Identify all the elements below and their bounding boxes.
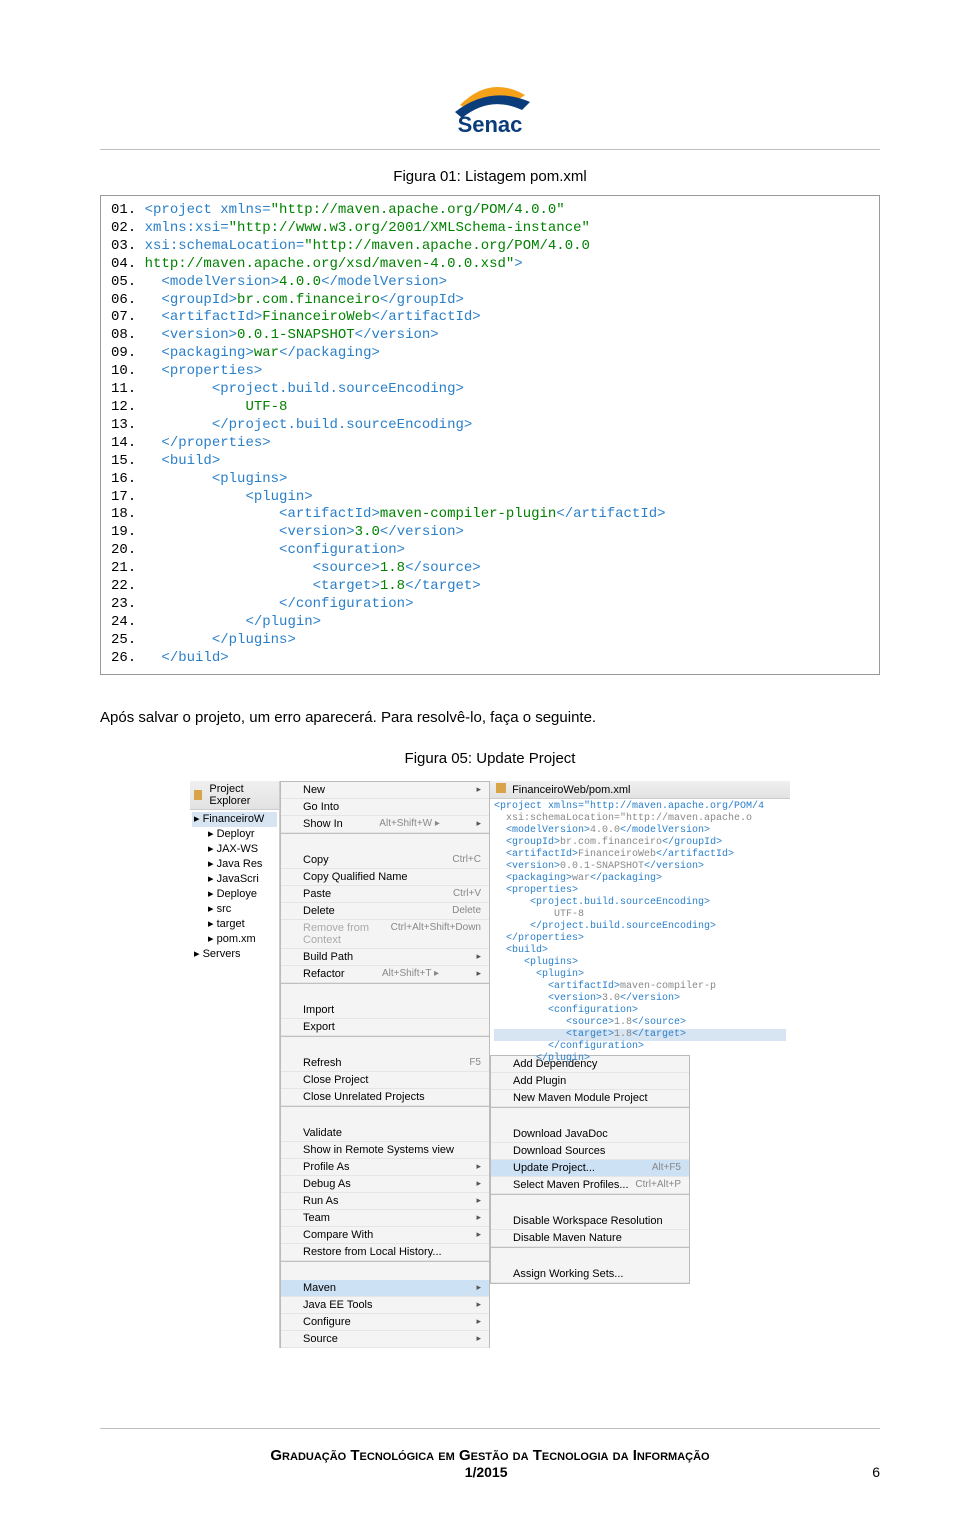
footer-course: Graduação Tecnológica em Gestão da Tecno… [100, 1447, 880, 1464]
fig1-title: Figura 01: Listagem pom.xml [100, 168, 880, 185]
tree-item[interactable]: ▸ JAX-WS [192, 842, 277, 857]
menu-item[interactable]: Profile As [281, 1159, 489, 1176]
tree-item[interactable]: ▸ Java Res [192, 857, 277, 872]
menu-item[interactable]: Build Path [281, 949, 489, 966]
tree-item[interactable]: ▸ Deployr [192, 827, 277, 842]
menu-item[interactable]: Source [281, 1331, 489, 1348]
code-listing: 01. <project xmlns="http://maven.apache.… [100, 195, 880, 675]
menu-item[interactable]: Team [281, 1210, 489, 1227]
menu-item[interactable]: Validate [281, 1125, 489, 1142]
eclipse-ide-screenshot: Project Explorer ▸ FinanceiroW▸ Deployr▸… [190, 781, 790, 1348]
tree-item[interactable]: ▸ JavaScri [192, 872, 277, 887]
menu-item[interactable]: Show InAlt+Shift+W ▸ [281, 816, 489, 833]
menu-item[interactable]: Restore from Local History... [281, 1244, 489, 1261]
editor-body: <project xmlns="http://maven.apache.org/… [490, 799, 790, 1067]
senac-logo: Senac [100, 80, 880, 145]
menu-item[interactable]: Close Unrelated Projects [281, 1089, 489, 1106]
menu-item[interactable]: Run As [281, 1193, 489, 1210]
menu-item[interactable]: Maven [281, 1280, 489, 1297]
menu-item[interactable]: Configure [281, 1314, 489, 1331]
project-tree[interactable]: ▸ FinanceiroW▸ Deployr▸ JAX-WS▸ Java Res… [190, 810, 279, 964]
menu-item[interactable]: Debug As [281, 1176, 489, 1193]
context-menu[interactable]: NewGo IntoShow InAlt+Shift+W ▸ CopyCtrl+C… [280, 781, 490, 1348]
footer-date: 1/2015 [465, 1464, 508, 1480]
tree-item[interactable]: ▸ FinanceiroW [192, 812, 277, 827]
menu-item[interactable]: RefreshF5 [281, 1055, 489, 1072]
tree-item[interactable]: ▸ target [192, 917, 277, 932]
menu-item[interactable]: Export [281, 1019, 489, 1036]
submenu-item[interactable]: Add Plugin [491, 1073, 689, 1090]
tree-item[interactable]: ▸ src [192, 902, 277, 917]
fig5-title: Figura 05: Update Project [100, 750, 880, 767]
menu-item[interactable]: CopyCtrl+C [281, 852, 489, 869]
submenu-item[interactable]: Download Sources [491, 1143, 689, 1160]
body-text: Após salvar o projeto, um erro aparecerá… [100, 709, 880, 726]
submenu-item[interactable]: New Maven Module Project [491, 1090, 689, 1107]
menu-item[interactable]: PasteCtrl+V [281, 886, 489, 903]
menu-item[interactable]: Close Project [281, 1072, 489, 1089]
menu-item[interactable]: Copy Qualified Name [281, 869, 489, 886]
menu-item[interactable]: New [281, 782, 489, 799]
file-icon [496, 783, 506, 793]
footer-page: 6 [872, 1464, 880, 1480]
menu-item[interactable]: RefactorAlt+Shift+T ▸ [281, 966, 489, 983]
maven-submenu[interactable]: Add DependencyAdd PluginNew Maven Module… [490, 1055, 690, 1284]
menu-item[interactable]: Go Into [281, 799, 489, 816]
tab-icon [194, 790, 202, 800]
project-explorer: Project Explorer ▸ FinanceiroW▸ Deployr▸… [190, 781, 280, 1348]
submenu-item[interactable]: Update Project...Alt+F5 [491, 1160, 689, 1177]
menu-item[interactable]: DeleteDelete [281, 903, 489, 920]
tree-item[interactable]: ▸ pom.xm [192, 932, 277, 947]
submenu-item[interactable]: Download JavaDoc [491, 1126, 689, 1143]
menu-item[interactable]: Java EE Tools [281, 1297, 489, 1314]
menu-item[interactable]: Compare With [281, 1227, 489, 1244]
submenu-item[interactable]: Disable Workspace Resolution [491, 1213, 689, 1230]
submenu-item[interactable]: Select Maven Profiles...Ctrl+Alt+P [491, 1177, 689, 1194]
svg-text:Senac: Senac [458, 112, 523, 137]
menu-item[interactable]: Remove from ContextCtrl+Alt+Shift+Down [281, 920, 489, 949]
menu-item[interactable]: Import [281, 1002, 489, 1019]
submenu-item[interactable]: Assign Working Sets... [491, 1266, 689, 1283]
project-explorer-tab[interactable]: Project Explorer [190, 781, 279, 810]
editor-tab[interactable]: FinanceiroWeb/pom.xml [490, 781, 790, 799]
submenu-item[interactable]: Disable Maven Nature [491, 1230, 689, 1247]
tree-item[interactable]: ▸ Servers [192, 947, 277, 962]
menu-item[interactable]: Show in Remote Systems view [281, 1142, 489, 1159]
tree-item[interactable]: ▸ Deploye [192, 887, 277, 902]
